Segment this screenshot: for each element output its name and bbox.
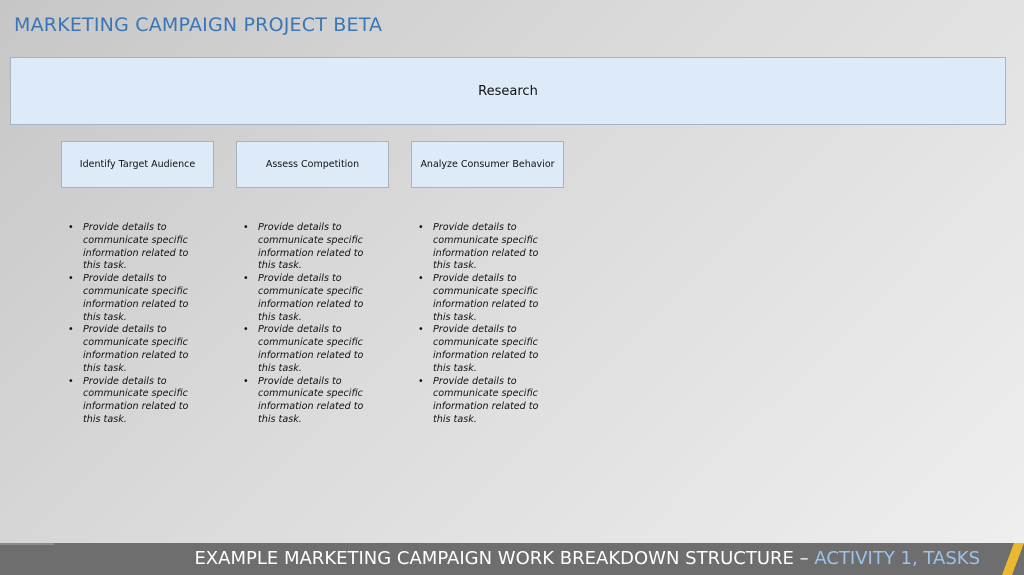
bullet-item: • Provide details to communicate specific…	[243, 324, 364, 374]
wbs-task-node-2: Assess Competition	[236, 141, 389, 188]
bullet-item: • Provide details to communicate specific…	[418, 222, 539, 272]
decorative-slash-icon	[1002, 543, 1024, 575]
wbs-task-label: Analyze Consumer Behavior	[420, 159, 555, 170]
bullet-item: • Provide details to communicate specific…	[68, 324, 189, 374]
wbs-task-node-3: Analyze Consumer Behavior	[411, 141, 564, 188]
bullet-item: • Provide details to communicate specific…	[418, 375, 539, 425]
footer-caption-accent: ACTIVITY 1, TASKS	[814, 548, 980, 569]
task-bullet-list-2: • Provide details to communicate specific…	[243, 222, 378, 427]
bullet-item: • Provide details to communicate specific…	[68, 375, 189, 425]
bullet-item: • Provide details to communicate specific…	[243, 375, 364, 425]
wbs-task-node-1: Identify Target Audience	[61, 141, 214, 188]
bullet-item: • Provide details to communicate specific…	[243, 222, 364, 272]
footer-caption-main: EXAMPLE MARKETING CAMPAIGN WORK BREAKDOW…	[194, 548, 815, 569]
task-bullet-list-1: • Provide details to communicate specific…	[68, 222, 203, 427]
bullet-item: • Provide details to communicate specific…	[418, 324, 539, 374]
bullet-item: • Provide details to communicate specific…	[243, 273, 364, 323]
footer-caption: EXAMPLE MARKETING CAMPAIGN WORK BREAKDOW…	[194, 548, 980, 570]
task-bullet-list-3: • Provide details to communicate specific…	[418, 222, 553, 427]
bullet-item: • Provide details to communicate specific…	[68, 273, 189, 323]
wbs-root-label: Research	[478, 83, 538, 99]
bullet-item: • Provide details to communicate specific…	[418, 273, 539, 323]
wbs-task-label: Identify Target Audience	[79, 159, 196, 170]
bullet-item: • Provide details to communicate specific…	[68, 222, 189, 272]
wbs-task-label: Assess Competition	[265, 159, 360, 170]
page-title: MARKETING CAMPAIGN PROJECT BETA	[14, 14, 383, 36]
wbs-root-node: Research	[10, 57, 1006, 125]
footer-accent-strip	[0, 543, 54, 545]
